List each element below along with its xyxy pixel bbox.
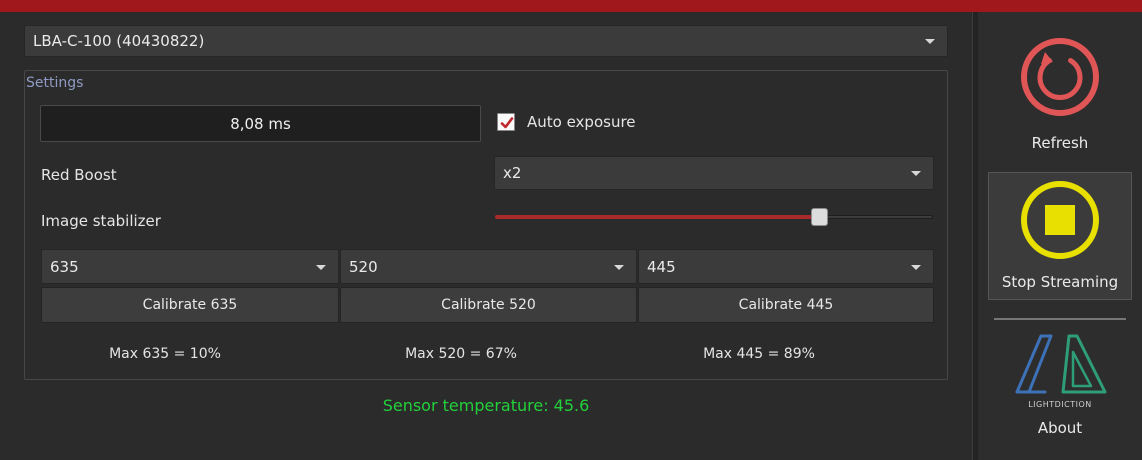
- about-button[interactable]: LIGHTDICTION About: [978, 324, 1142, 460]
- chevron-down-icon: [911, 171, 921, 176]
- settings-group-title: Settings: [26, 75, 84, 91]
- calibrate-445-button[interactable]: Calibrate 445: [638, 287, 934, 323]
- chevron-down-icon: [925, 39, 935, 44]
- refresh-button[interactable]: Refresh: [978, 18, 1142, 166]
- checkmark-icon: [500, 117, 514, 129]
- exposure-value: 8,08 ms: [230, 114, 291, 133]
- image-stabilizer-slider-fill[interactable]: [495, 215, 819, 219]
- device-select[interactable]: LBA-C-100 (40430822): [24, 25, 948, 57]
- calibrate-445-label: Calibrate 445: [738, 297, 834, 313]
- lightdiction-logo-text: LIGHTDICTION: [1028, 400, 1092, 409]
- image-stabilizer-slider-handle[interactable]: [811, 208, 828, 226]
- auto-exposure-label: Auto exposure: [527, 113, 636, 131]
- red-boost-value: x2: [503, 164, 522, 182]
- chevron-down-icon: [316, 264, 326, 270]
- calibrate-635-label: Calibrate 635: [142, 297, 238, 313]
- max-520-readout: Max 520 = 67%: [405, 346, 517, 362]
- auto-exposure-checkbox[interactable]: [497, 113, 515, 131]
- refresh-icon: [1021, 38, 1099, 116]
- wavelength-select-635[interactable]: 635: [41, 249, 339, 284]
- wavelength-select-520[interactable]: 520: [340, 249, 637, 284]
- red-boost-label: Red Boost: [41, 166, 117, 184]
- max-635-readout: Max 635 = 10%: [109, 346, 221, 362]
- calibrate-520-label: Calibrate 520: [441, 297, 536, 313]
- exposure-field[interactable]: 8,08 ms: [40, 105, 481, 142]
- stop-streaming-button[interactable]: Stop Streaming: [988, 172, 1132, 300]
- image-stabilizer-label: Image stabilizer: [41, 212, 161, 230]
- stop-icon: [1021, 181, 1099, 259]
- image-stabilizer-slider-track[interactable]: [819, 215, 933, 219]
- chevron-down-icon: [911, 264, 921, 270]
- red-boost-select[interactable]: x2: [494, 156, 934, 190]
- sensor-temperature-status: Sensor temperature: 45.6: [382, 396, 590, 415]
- lightdiction-logo-icon: [1015, 334, 1107, 394]
- calibrate-635-button[interactable]: Calibrate 635: [41, 287, 339, 323]
- calibrate-520-button[interactable]: Calibrate 520: [340, 287, 637, 323]
- refresh-label: Refresh: [1031, 134, 1089, 152]
- sidebar-divider: [994, 318, 1126, 320]
- device-select-value: LBA-C-100 (40430822): [33, 32, 205, 50]
- wavelength-select-value: 635: [50, 257, 79, 276]
- stop-streaming-label: Stop Streaming: [1001, 273, 1119, 291]
- title-bar-accent: [0, 0, 1142, 12]
- max-445-readout: Max 445 = 89%: [703, 346, 815, 362]
- chevron-down-icon: [614, 264, 624, 270]
- wavelength-select-value: 445: [647, 257, 676, 276]
- wavelength-select-445[interactable]: 445: [638, 249, 934, 284]
- about-label: About: [1037, 419, 1083, 437]
- wavelength-select-value: 520: [349, 257, 378, 276]
